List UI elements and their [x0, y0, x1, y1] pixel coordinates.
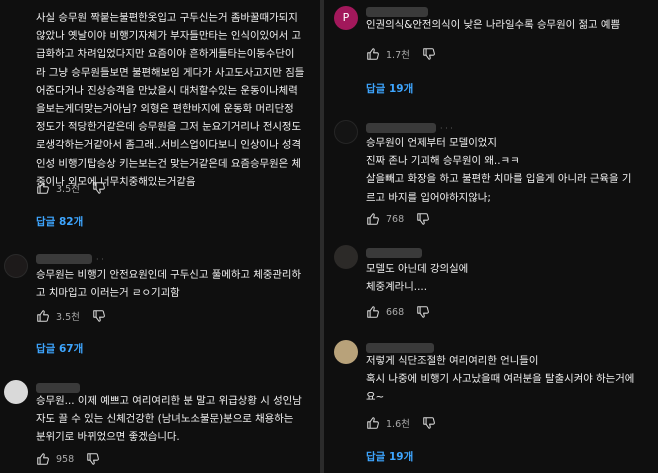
- comment-text: 저렇게 식단조절한 여리여리한 언니들이 혹시 나중에 비행기 사고났을때 여러…: [366, 352, 634, 407]
- comment-actions: 958: [36, 451, 100, 467]
- thumbs-down-icon: [93, 182, 105, 194]
- comment-line: 모델도 아닌데 강의실에: [366, 263, 469, 275]
- comment-actions: 1.7천: [366, 46, 436, 62]
- comment-line: 고 치마입고 이러는거 ㄹㅇ기괴함: [36, 287, 180, 300]
- comment-text: 사실 승무원 짝붙는불편한옷입고 구두신는거 좀바꿀때가되지 않았나 옛날이야 …: [36, 9, 304, 191]
- comment-line: 을보는게더맞는거아님? 외형은 편한바지에 운동화 머리단정: [36, 103, 294, 116]
- comment-text: 승무원이 언제부터 모델이었지 진짜 존나 기괴해 승무원이 왜..ㅋㅋ 살을빼…: [366, 134, 631, 207]
- thumbs-down-icon: [423, 417, 435, 429]
- dislike-button[interactable]: [422, 47, 436, 61]
- comment-actions: 3.5천: [36, 180, 106, 196]
- thumbs-up-icon: [37, 310, 49, 322]
- replies-button[interactable]: 답글 82개: [36, 214, 83, 229]
- comment-line: 저렇게 식단조절한 여리여리한 언니들이: [366, 355, 539, 367]
- comment-actions: 1.6천: [366, 415, 436, 431]
- like-count: 3.5천: [56, 184, 80, 195]
- like-count: 3.5천: [56, 312, 80, 323]
- dislike-button[interactable]: [92, 309, 106, 323]
- comment-line: 급화하고 차려입었다지만 요즘이야 흔하게들타는이동수단이: [36, 48, 295, 61]
- thumbs-up-icon: [367, 213, 379, 225]
- comment-line: 인권의식&안전의식이 낮은 나라일수록 승무원이 젊고 예쁨: [366, 19, 621, 31]
- comment-line: 살을빼고 화장을 하고 불편한 치마를 입을게 아니라 근육을 기: [366, 173, 632, 186]
- like-button[interactable]: [36, 309, 50, 323]
- comment-author[interactable]: [366, 123, 436, 133]
- comment-author[interactable]: [366, 248, 422, 258]
- comment-actions: 668: [366, 304, 430, 320]
- like-count: 958: [56, 453, 75, 465]
- thumbs-up-icon: [367, 48, 379, 60]
- comments-panel-right: P 인권의식&안전의식이 낮은 나라일수록 승무원이 젊고 예쁨 1.7천 답글…: [324, 0, 658, 473]
- comment-line: 자도 끌 수 있는 신체건강한 (남녀노소불문)분으로 채용하는: [36, 413, 294, 426]
- comment-line: 체중계라니....: [366, 281, 428, 294]
- comment-text: 인권의식&안전의식이 낮은 나라일수록 승무원이 젊고 예쁨: [366, 16, 620, 34]
- thumbs-down-icon: [417, 306, 430, 318]
- avatar[interactable]: [334, 245, 358, 269]
- like-count: 768: [386, 213, 405, 225]
- replies-button[interactable]: 답글 67개: [36, 341, 83, 356]
- like-count: 1.6천: [386, 419, 410, 430]
- dislike-button[interactable]: [92, 181, 106, 195]
- dislike-button[interactable]: [422, 416, 436, 430]
- avatar[interactable]: P: [334, 6, 358, 30]
- comment-text: 승무원는 비행기 안전요원인데 구두신고 풀메하고 체중관리하 고 치마입고 이…: [36, 266, 301, 302]
- comment-text: 승무원... 이제 예쁘고 여리여리한 분 말고 위급상황 시 성인남 자도 끌…: [36, 392, 302, 447]
- comment-author[interactable]: [36, 254, 92, 264]
- comment-text: 모델도 아닌데 강의실에 체중계라니....: [366, 260, 468, 296]
- avatar[interactable]: [334, 120, 358, 144]
- like-button[interactable]: [366, 416, 380, 430]
- thumbs-up-icon: [367, 306, 379, 318]
- comment-line: 승무원는 비행기 안전요원인데 구두신고 풀메하고 체중관리하: [36, 269, 302, 281]
- comment-line: 인성 비행기탑승상 키는보는건 맞는거같은데 요즘승무원은 체: [36, 157, 302, 170]
- comment-line: 승무원이 언제부터 모델이었지: [366, 137, 497, 149]
- like-count: 1.7천: [386, 50, 410, 61]
- replies-button[interactable]: 답글 19개: [366, 449, 413, 464]
- comment-line: 분위기로 바뀌었으면 좋겠습니다.: [36, 431, 180, 444]
- avatar[interactable]: [334, 340, 358, 364]
- comment-line: 로생각하는거같아서 좀그래..서비스업이다보니 인상이나 성격: [36, 139, 302, 152]
- comment-timestamp: · ·: [96, 255, 104, 264]
- comment-actions: 3.5천: [36, 308, 106, 324]
- comment-line: 정도가 적당한거같은데 승무원을 그저 눈요기거리나 전시정도: [36, 121, 302, 134]
- dislike-button[interactable]: [86, 452, 100, 466]
- like-button[interactable]: [36, 452, 50, 466]
- thumbs-down-icon: [417, 213, 430, 225]
- avatar[interactable]: [4, 254, 28, 278]
- comment-line: 어준다거나 진상승객을 만났을시 대처할수있는 운동이나체력: [36, 84, 298, 97]
- avatar[interactable]: [4, 380, 28, 404]
- thumbs-down-icon: [93, 310, 105, 322]
- thumbs-down-icon: [423, 48, 435, 60]
- comment-line: 승무원... 이제 예쁘고 여리여리한 분 말고 위급상황 시 성인남: [36, 395, 302, 407]
- comment-actions: 768: [366, 211, 430, 227]
- comment-line: 혹시 나중에 비행기 사고났을때 여러분을 탈출시켜야 하는거에: [366, 373, 635, 386]
- like-button[interactable]: [366, 305, 380, 319]
- comment-line: 사실 승무원 짝붙는불편한옷입고 구두신는거 좀바꿀때가되지: [36, 12, 298, 24]
- replies-button[interactable]: 답글 19개: [366, 81, 413, 96]
- comment-line: 진짜 존나 기괴해 승무원이 왜..ㅋㅋ: [366, 155, 520, 168]
- comments-panel-left: 사실 승무원 짝붙는불편한옷입고 구두신는거 좀바꿀때가되지 않았나 옛날이야 …: [0, 0, 320, 473]
- like-count: 668: [386, 306, 405, 318]
- like-button[interactable]: [366, 47, 380, 61]
- thumbs-up-icon: [367, 417, 379, 429]
- comment-line: 라 그냥 승무원들보면 불편해보임 게다가 사고도사고지만 짐들: [36, 66, 305, 79]
- comment-line: 않았나 옛날이야 비행기자체가 부자들만타는 인식이있어서 고: [36, 30, 302, 43]
- dislike-button[interactable]: [416, 212, 430, 226]
- thumbs-down-icon: [87, 453, 100, 465]
- comment-line: 르고 바지를 입어야하지않나;: [366, 191, 491, 204]
- like-button[interactable]: [36, 181, 50, 195]
- thumbs-up-icon: [37, 453, 49, 465]
- thumbs-up-icon: [37, 182, 49, 194]
- dislike-button[interactable]: [416, 305, 430, 319]
- comment-line: 요~: [366, 391, 385, 404]
- comment-timestamp: · · ·: [440, 124, 453, 133]
- like-button[interactable]: [366, 212, 380, 226]
